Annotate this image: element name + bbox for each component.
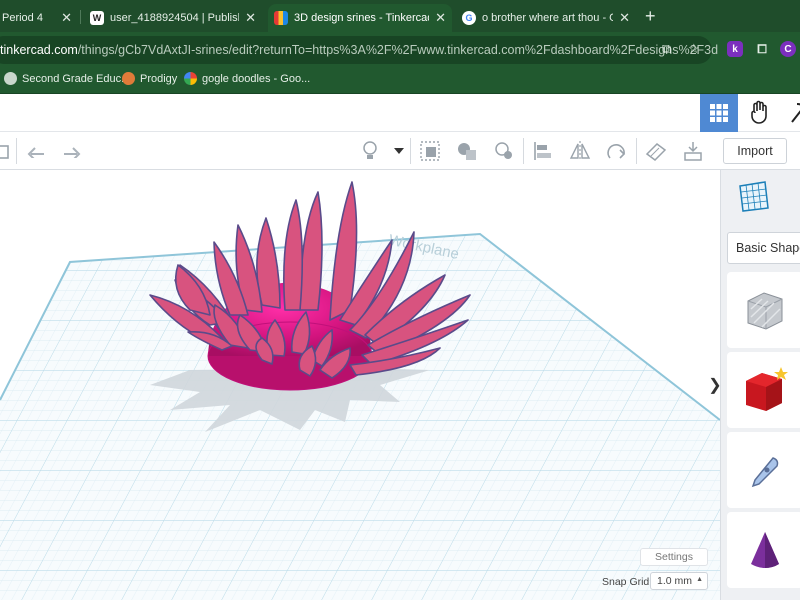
new-tab-icon[interactable]: + [645,6,656,27]
import-button[interactable]: Import [723,138,787,164]
w-app-icon: W [90,11,104,25]
blocks-view-button[interactable] [740,94,778,132]
prodigy-icon [122,72,135,85]
group-icon[interactable] [419,140,441,162]
align-shapes-icon[interactable] [493,140,515,162]
bricks-view-button[interactable] [780,94,800,132]
bookmark-label: Prodigy [140,72,178,85]
url-domain: tinkercad.com [0,43,78,57]
people-icon [4,72,17,85]
profile-avatar-icon[interactable]: C [780,41,796,57]
shapes-panel: Basic Shapes [720,170,800,600]
ungroup-icon[interactable] [456,140,478,162]
red-cube-icon [746,367,788,411]
settings-button[interactable]: Settings [640,548,708,566]
toolbar-separator [410,138,411,164]
close-icon[interactable]: ✕ [435,10,446,26]
tab-title: user_4188924504 | Published [110,12,239,24]
grid-shapes-icon[interactable] [737,180,771,219]
tab-tinkercad[interactable]: 3D design srines - Tinkercad ✕ [268,4,452,32]
tab-title: 3D design srines - Tinkercad [294,12,430,24]
tinkercad-header [0,94,800,132]
browser-tab-strip: Period 4 ✕ W user_4188924504 | Published… [0,0,800,32]
bookmark-google-doodles[interactable]: gogle doodles - Goo... [184,72,310,85]
tab-google-search[interactable]: G o brother where art thou - Goog ✕ [456,4,636,32]
close-icon[interactable]: ✕ [245,10,256,26]
bookmark-prodigy[interactable]: Prodigy [122,72,177,85]
align-icon[interactable] [532,140,554,162]
delete-icon[interactable] [0,140,14,162]
workplane-scene[interactable]: Workplane [0,170,720,600]
snap-grid-value: 1.0 mm [657,575,693,587]
shape-box[interactable] [727,352,800,428]
tab-separator [80,10,81,24]
url-text[interactable]: tinkercad.com/things/gCb7VdAxtJI-srines/… [0,43,718,57]
bookmark-star-icon[interactable]: ☆ [688,41,700,57]
omnibox[interactable]: tinkercad.com/things/gCb7VdAxtJI-srines/… [0,36,718,64]
bookmarks-bar: Second Grade Educ... Prodigy gogle doodl… [0,66,800,94]
bookmark-second-grade[interactable]: Second Grade Educ... [4,72,130,85]
3d-view-button[interactable] [700,94,738,132]
tab-period-4[interactable]: Period 4 ✕ [0,4,78,32]
chevron-up-down-icon: ▲ [696,576,703,583]
pen-scribble-icon [751,457,779,488]
shape-cone[interactable] [727,512,800,588]
ruler-icon[interactable] [682,140,704,162]
tinkercad-grid-icon [274,11,288,25]
bookmark-label: gogle doodles - Goo... [202,72,311,85]
hand-icon [751,100,767,124]
pickaxe-icon [791,103,800,123]
edit-toolbar: Import [0,132,800,170]
google-icon: G [462,11,476,25]
shape-scribble[interactable] [727,432,800,508]
cone-icon [751,532,779,568]
toolbar-separator [16,138,17,164]
close-icon[interactable]: ✕ [61,10,72,26]
lightbulb-icon[interactable] [359,140,381,162]
extensions-puzzle-icon[interactable]: ⧠ [754,41,770,57]
workplane-canvas[interactable]: Workplane [0,170,720,600]
toolbar-separator [636,138,637,164]
extension-k-icon[interactable]: k [727,41,743,57]
cruise-icon[interactable] [606,140,628,162]
shape-box-striped[interactable] [727,272,800,348]
google-icon [184,72,197,85]
bookmark-label: Second Grade Educ... [22,72,131,85]
grid-view-icon [710,104,728,122]
tab-title: o brother where art thou - Goog [482,12,613,24]
url-path: /things/gCb7VdAxtJI-srines/edit?returnTo… [77,43,719,57]
cube-striped-icon [747,292,783,330]
tab-published[interactable]: W user_4188924504 | Published ✕ [84,4,262,32]
address-bar-row: tinkercad.com/things/gCb7VdAxtJI-srines/… [0,32,800,66]
install-app-icon[interactable]: ⧉ [662,41,671,57]
redo-icon[interactable] [61,140,83,162]
snap-grid-label: Snap Grid [602,576,650,588]
close-icon[interactable]: ✕ [619,10,630,26]
snap-grid-select[interactable]: 1.0 mm ▲ [650,572,708,590]
workplane-tool-icon[interactable] [645,140,667,162]
toolbar-separator [523,138,524,164]
shape-category-dropdown[interactable]: Basic Shapes [727,232,800,264]
chevron-down-icon[interactable] [388,140,410,162]
tab-title: Period 4 [2,12,43,24]
undo-icon[interactable] [25,140,47,162]
mirror-icon[interactable] [569,140,591,162]
